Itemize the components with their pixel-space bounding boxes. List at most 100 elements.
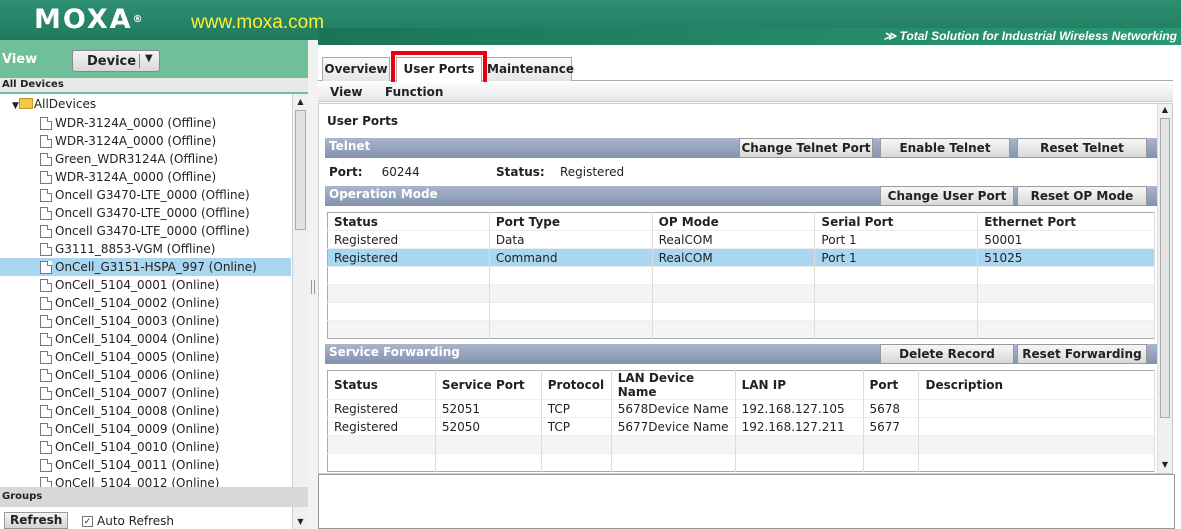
device-tree-item[interactable]: G3111_8853-VGM (Offline) [0, 240, 291, 258]
auto-refresh-label: Auto Refresh [97, 514, 174, 528]
groups-header[interactable]: Groups [0, 487, 308, 507]
enable-telnet-button[interactable]: Enable Telnet [880, 138, 1010, 158]
col-port[interactable]: Port [863, 370, 920, 400]
device-tree-item[interactable]: Green_WDR3124A (Offline) [0, 150, 291, 168]
col-status[interactable]: Status [327, 212, 490, 231]
device-file-icon [40, 387, 52, 400]
col-description[interactable]: Description [918, 370, 1155, 400]
col-lan-device-name[interactable]: LAN Device Name [611, 370, 736, 400]
cell-status: Registered [327, 248, 490, 267]
tree-root[interactable]: ▼ AllDevices [12, 97, 96, 111]
device-label: OnCell_5104_0009 (Online) [55, 422, 220, 436]
device-file-icon [40, 261, 52, 274]
device-tree-item[interactable]: OnCell_5104_0004 (Online) [0, 330, 291, 348]
folder-icon [18, 98, 33, 109]
device-tree-item[interactable]: Oncell G3470-LTE_0000 (Offline) [0, 186, 291, 204]
device-label: OnCell_5104_0002 (Online) [55, 296, 220, 310]
col-status[interactable]: Status [327, 370, 436, 400]
cell-lan-device-name: 5678Device Name [611, 399, 736, 418]
table-row[interactable]: Registered Data RealCOM Port 1 50001 [327, 230, 1155, 249]
cell-status: Registered [327, 417, 436, 436]
header-url[interactable]: www.moxa.com [191, 13, 324, 33]
scroll-down-icon[interactable]: ▼ [1160, 460, 1170, 472]
change-user-port-button[interactable]: Change User Port [880, 186, 1014, 206]
device-tree-item[interactable]: WDR-3124A_0000 (Offline) [0, 114, 291, 132]
menu-function[interactable]: Function [385, 85, 443, 99]
cell-port-type: Data [489, 230, 653, 249]
scroll-up-icon[interactable]: ▲ [295, 96, 306, 108]
col-port-type[interactable]: Port Type [489, 212, 653, 231]
scroll-up-icon[interactable]: ▲ [1160, 105, 1170, 117]
tab-overview[interactable]: Overview [322, 57, 390, 81]
scrollbar-thumb[interactable] [1160, 118, 1170, 418]
table-row[interactable]: Registered 52050 TCP 5677Device Name 192… [327, 417, 1155, 436]
device-tree-item[interactable]: OnCell_5104_0006 (Online) [0, 366, 291, 384]
device-file-icon [40, 315, 52, 328]
table-row[interactable]: Registered 52051 TCP 5678Device Name 192… [327, 399, 1155, 418]
change-telnet-port-button[interactable]: Change Telnet Port [739, 138, 873, 158]
cell-ethernet-port: 50001 [977, 230, 1155, 249]
device-label: OnCell_5104_0006 (Online) [55, 368, 220, 382]
splitter-grip-icon[interactable] [311, 280, 315, 294]
col-lan-ip[interactable]: LAN IP [735, 370, 864, 400]
device-label: OnCell_5104_0005 (Online) [55, 350, 220, 364]
empty-row [327, 266, 1155, 285]
device-label: Green_WDR3124A (Offline) [55, 152, 219, 166]
cell-port-type: Command [489, 248, 653, 267]
all-devices-header: All Devices [0, 78, 308, 92]
table-row-selected[interactable]: Registered Command RealCOM Port 1 51025 [327, 248, 1155, 267]
forwarding-title: Service Forwarding [329, 345, 460, 359]
tab-maintenance[interactable]: Maintenance [486, 57, 574, 81]
device-tree-item[interactable]: OnCell_5104_0005 (Online) [0, 348, 291, 366]
view-select[interactable]: Device ▼ [72, 50, 160, 72]
refresh-button[interactable]: Refresh [4, 512, 69, 529]
device-tree-item[interactable]: OnCell_5104_0008 (Online) [0, 402, 291, 420]
forwarding-table: Status Service Port Protocol LAN Device … [327, 370, 1155, 472]
device-tree-item-selected[interactable]: OnCell_G3151-HSPA_997 (Online) [0, 258, 291, 276]
delete-record-button[interactable]: Delete Record [880, 344, 1014, 364]
device-tree-item[interactable]: OnCell_5104_0007 (Online) [0, 384, 291, 402]
device-tree-item[interactable]: OnCell_5104_0001 (Online) [0, 276, 291, 294]
reset-telnet-button[interactable]: Reset Telnet [1017, 138, 1147, 158]
device-tree-item[interactable]: Oncell G3470-LTE_0000 (Offline) [0, 222, 291, 240]
device-tree-item[interactable]: OnCell_5104_0009 (Online) [0, 420, 291, 438]
col-op-mode[interactable]: OP Mode [652, 212, 816, 231]
status-value: Registered [559, 165, 625, 179]
view-row: View Device ▼ [0, 40, 308, 76]
device-tree-item[interactable]: WDR-3124A_0000 (Offline) [0, 132, 291, 150]
port-label: Port: [329, 165, 363, 179]
reset-forwarding-button[interactable]: Reset Forwarding [1017, 344, 1147, 364]
view-label: View [2, 52, 38, 67]
reset-op-mode-button[interactable]: Reset OP Mode [1017, 186, 1147, 206]
auto-refresh-checkbox[interactable]: ✓ [82, 516, 93, 527]
cell-status: Registered [327, 230, 490, 249]
tree-scrollbar[interactable]: ▲ ▼ [292, 94, 308, 529]
menu-view[interactable]: View [330, 85, 362, 99]
col-service-port[interactable]: Service Port [435, 370, 542, 400]
device-tree-item[interactable]: WDR-3124A_0000 (Offline) [0, 168, 291, 186]
status-label: Status: [496, 165, 545, 179]
col-protocol[interactable]: Protocol [541, 370, 612, 400]
tagline: ≫ Total Solution for Industrial Wireless… [883, 29, 1177, 43]
panel-scrollbar[interactable]: ▲ ▼ [1157, 104, 1172, 473]
device-tree-item[interactable]: OnCell_5104_0003 (Online) [0, 312, 291, 330]
device-tree-item[interactable]: OnCell_5104_0002 (Online) [0, 294, 291, 312]
cell-port: 5678 [863, 399, 920, 418]
refresh-row: Refresh ✓ Auto Refresh [0, 510, 308, 529]
device-tree-item[interactable]: OnCell_5104_0011 (Online) [0, 456, 291, 474]
col-serial-port[interactable]: Serial Port [814, 212, 979, 231]
device-label: Oncell G3470-LTE_0000 (Offline) [55, 188, 250, 202]
cell-service-port: 52051 [435, 399, 542, 418]
tagline-bar: ≫ Total Solution for Industrial Wireless… [318, 28, 1181, 45]
scrollbar-thumb[interactable] [295, 110, 306, 230]
cell-protocol: TCP [541, 399, 612, 418]
device-tree-item[interactable]: OnCell_5104_0010 (Online) [0, 438, 291, 456]
col-ethernet-port[interactable]: Ethernet Port [977, 212, 1155, 231]
cell-port: 5677 [863, 417, 920, 436]
device-label: OnCell_5104_0004 (Online) [55, 332, 220, 346]
device-file-icon [40, 369, 52, 382]
panel-splitter[interactable] [308, 40, 318, 529]
expand-arrow-icon[interactable]: ▼ [12, 101, 19, 111]
device-tree-item[interactable]: Oncell G3470-LTE_0000 (Offline) [0, 204, 291, 222]
device-label: OnCell_G3151-HSPA_997 (Online) [55, 260, 257, 274]
